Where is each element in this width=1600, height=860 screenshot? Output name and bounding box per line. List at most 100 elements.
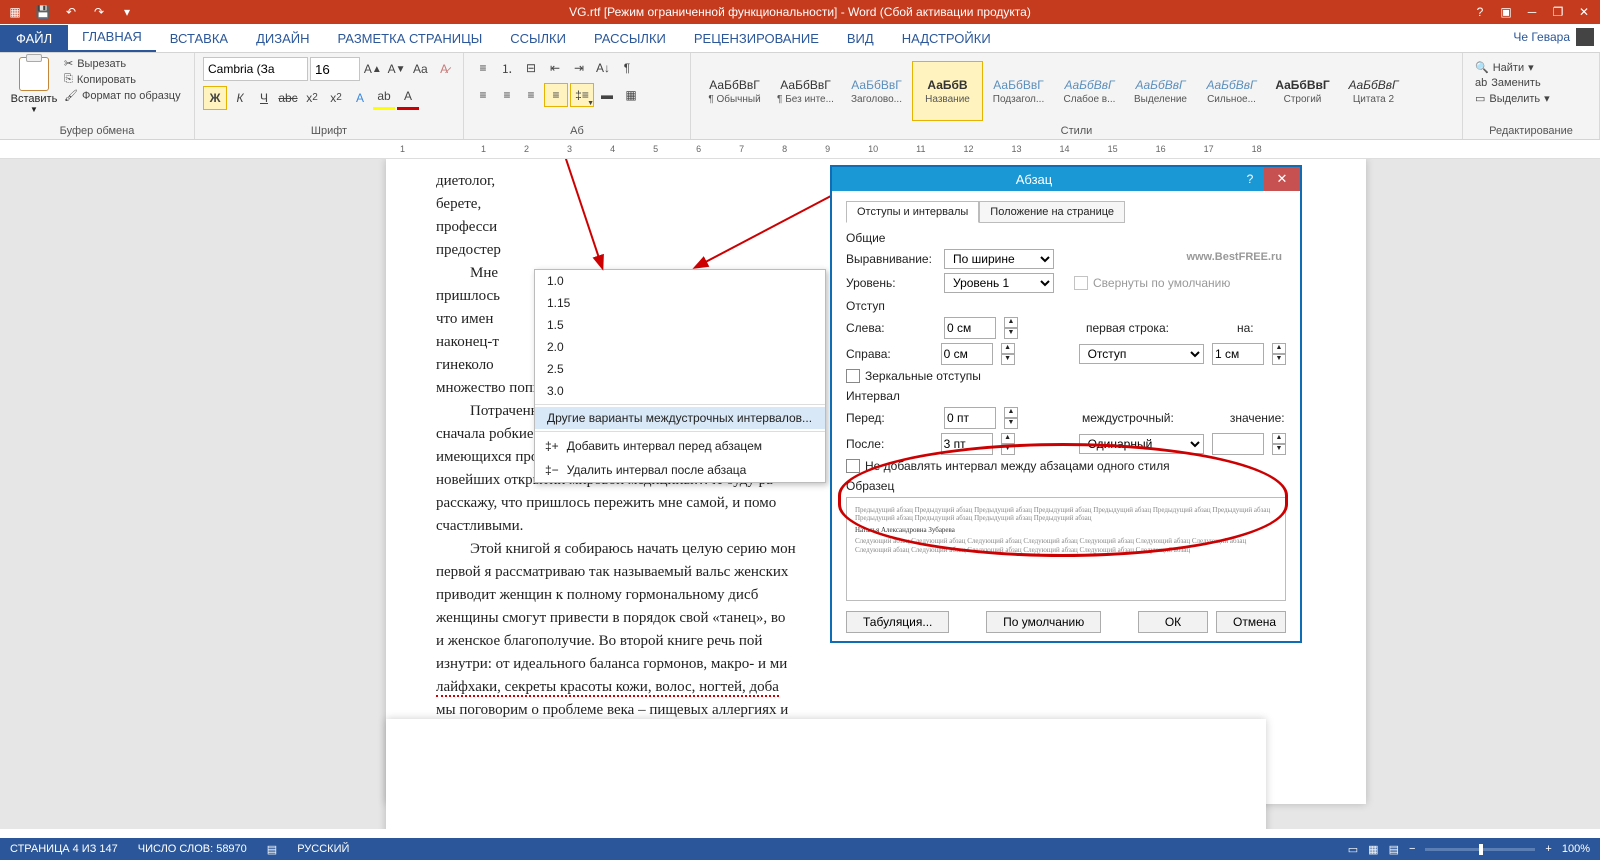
redo-icon[interactable]: ↷ <box>88 2 110 22</box>
align-center-button[interactable]: ≡ <box>496 84 518 106</box>
numbering-button[interactable]: ⒈ <box>496 57 518 79</box>
ok-button[interactable]: ОК <box>1138 611 1208 633</box>
align-right-button[interactable]: ≡ <box>520 84 542 106</box>
account-area[interactable]: Че Гевара <box>1513 28 1594 46</box>
tab-view[interactable]: ВИД <box>833 25 888 52</box>
increase-indent-button[interactable]: ⇥ <box>568 57 590 79</box>
align-left-button[interactable]: ≡ <box>472 84 494 106</box>
tab-insert[interactable]: ВСТАВКА <box>156 25 242 52</box>
zoom-in-icon[interactable]: + <box>1545 843 1551 855</box>
tab-mailings[interactable]: РАССЫЛКИ <box>580 25 680 52</box>
tab-home[interactable]: ГЛАВНАЯ <box>68 23 156 52</box>
style-item[interactable]: АаБбВвГСлабое в... <box>1054 61 1125 121</box>
spacing-option[interactable]: 1.15 <box>535 292 825 314</box>
first-line-by-input[interactable] <box>1212 343 1264 365</box>
alignment-select[interactable]: По ширине <box>944 249 1054 269</box>
tabs-button[interactable]: Табуляция... <box>846 611 949 633</box>
qat-customize-icon[interactable]: ▾ <box>116 2 138 22</box>
print-layout-icon[interactable]: ▦ <box>1368 843 1378 856</box>
style-item[interactable]: АаБбВвГЦитата 2 <box>1338 61 1409 121</box>
change-case-button[interactable]: Aa <box>410 58 432 80</box>
web-layout-icon[interactable]: ▤ <box>1389 843 1399 856</box>
indent-left-input[interactable] <box>944 317 996 339</box>
zoom-out-icon[interactable]: − <box>1409 843 1415 855</box>
paste-button[interactable]: Вставить ▼ <box>8 57 60 114</box>
app-icon[interactable]: ▦ <box>4 2 26 22</box>
zoom-value[interactable]: 100% <box>1562 843 1590 855</box>
spacing-option[interactable]: 2.5 <box>535 358 825 380</box>
ribbon-display-icon[interactable]: ▣ <box>1494 2 1518 22</box>
style-item[interactable]: АаБбВвГ¶ Обычный <box>699 61 770 121</box>
select-button[interactable]: ▭Выделить ▾ <box>1475 92 1587 105</box>
dialog-close-icon[interactable]: ✕ <box>1264 167 1300 191</box>
mirror-indents-checkbox[interactable] <box>846 369 860 383</box>
strike-button[interactable]: abc <box>277 87 299 109</box>
format-painter-button[interactable]: 🖌Формат по образцу <box>64 89 181 102</box>
style-item[interactable]: АаБбВвГСильное... <box>1196 61 1267 121</box>
bullets-button[interactable]: ≡ <box>472 57 494 79</box>
align-justify-button[interactable]: ≡ <box>544 83 568 107</box>
sort-button[interactable]: A↓ <box>592 57 614 79</box>
space-after-input[interactable] <box>941 433 993 455</box>
minimize-icon[interactable]: ─ <box>1520 2 1544 22</box>
ruler[interactable]: 1123456789101112131415161718 <box>0 140 1600 159</box>
file-tab[interactable]: ФАЙЛ <box>0 25 68 52</box>
find-button[interactable]: 🔍Найти ▾ <box>1475 61 1587 74</box>
line-spacing-select[interactable]: Одинарный <box>1079 434 1204 454</box>
undo-icon[interactable]: ↶ <box>60 2 82 22</box>
word-count[interactable]: ЧИСЛО СЛОВ: 58970 <box>138 843 247 855</box>
tab-references[interactable]: ССЫЛКИ <box>496 25 580 52</box>
dialog-help-icon[interactable]: ? <box>1236 172 1264 186</box>
tab-layout[interactable]: РАЗМЕТКА СТРАНИЦЫ <box>324 25 497 52</box>
shrink-font-button[interactable]: A▼ <box>386 58 408 80</box>
proofing-icon[interactable]: ▤ <box>267 843 277 856</box>
copy-button[interactable]: ⎘Копировать <box>64 73 181 86</box>
page-status[interactable]: СТРАНИЦА 4 ИЗ 147 <box>10 843 118 855</box>
grow-font-button[interactable]: A▲ <box>362 58 384 80</box>
style-item[interactable]: АаБбВвГВыделение <box>1125 61 1196 121</box>
font-family-input[interactable] <box>203 57 308 81</box>
default-button[interactable]: По умолчанию <box>986 611 1101 633</box>
style-item[interactable]: АаБбВвГПодзагол... <box>983 61 1054 121</box>
save-icon[interactable]: 💾 <box>32 2 54 22</box>
italic-button[interactable]: К <box>229 87 251 109</box>
cancel-button[interactable]: Отмена <box>1216 611 1286 633</box>
multilevel-button[interactable]: ⊟ <box>520 57 542 79</box>
style-item[interactable]: АаБбВвГ¶ Без инте... <box>770 61 841 121</box>
zoom-slider[interactable] <box>1425 848 1535 851</box>
outline-level-select[interactable]: Уровень 1 <box>944 273 1054 293</box>
clear-format-button[interactable]: A̷ <box>433 58 455 80</box>
more-spacing-options[interactable]: Другие варианты междустрочных интервалов… <box>535 407 825 429</box>
line-spacing-button[interactable]: ‡≡▼ <box>570 83 594 107</box>
dialog-tab-indents[interactable]: Отступы и интервалы <box>846 201 979 223</box>
dialog-titlebar[interactable]: Абзац ? ✕ <box>832 167 1300 191</box>
highlight-button[interactable]: ab <box>373 85 395 110</box>
add-space-before[interactable]: ‡+Добавить интервал перед абзацем <box>535 434 825 458</box>
spacing-option[interactable]: 2.0 <box>535 336 825 358</box>
replace-button[interactable]: abЗаменить <box>1475 77 1587 89</box>
font-size-input[interactable] <box>310 57 360 81</box>
font-color-button[interactable]: A <box>397 85 419 110</box>
help-icon[interactable]: ? <box>1468 2 1492 22</box>
spacing-option[interactable]: 1.5 <box>535 314 825 336</box>
style-item[interactable]: АаБбВвГСтрогий <box>1267 61 1338 121</box>
underline-button[interactable]: Ч <box>253 87 275 109</box>
tab-design[interactable]: ДИЗАЙН <box>242 25 323 52</box>
borders-button[interactable]: ▦ <box>620 84 642 106</box>
cut-button[interactable]: ✂Вырезать <box>64 57 181 70</box>
style-item[interactable]: АаБбВНазвание <box>912 61 983 121</box>
read-mode-icon[interactable]: ▭ <box>1348 843 1358 856</box>
spacing-option[interactable]: 3.0 <box>535 380 825 402</box>
dialog-tab-position[interactable]: Положение на странице <box>979 201 1125 223</box>
styles-gallery[interactable]: АаБбВвГ¶ ОбычныйАаБбВвГ¶ Без инте...АаБб… <box>699 57 1454 123</box>
tab-addins[interactable]: НАДСТРОЙКИ <box>888 25 1005 52</box>
shading-button[interactable]: ▬ <box>596 84 618 106</box>
show-marks-button[interactable]: ¶ <box>616 57 638 79</box>
space-before-input[interactable] <box>944 407 996 429</box>
restore-icon[interactable]: ❐ <box>1546 2 1570 22</box>
document-page-next[interactable] <box>386 719 1266 829</box>
superscript-button[interactable]: x2 <box>325 87 347 109</box>
style-item[interactable]: АаБбВвГЗаголово... <box>841 61 912 121</box>
decrease-indent-button[interactable]: ⇤ <box>544 57 566 79</box>
close-icon[interactable]: ✕ <box>1572 2 1596 22</box>
